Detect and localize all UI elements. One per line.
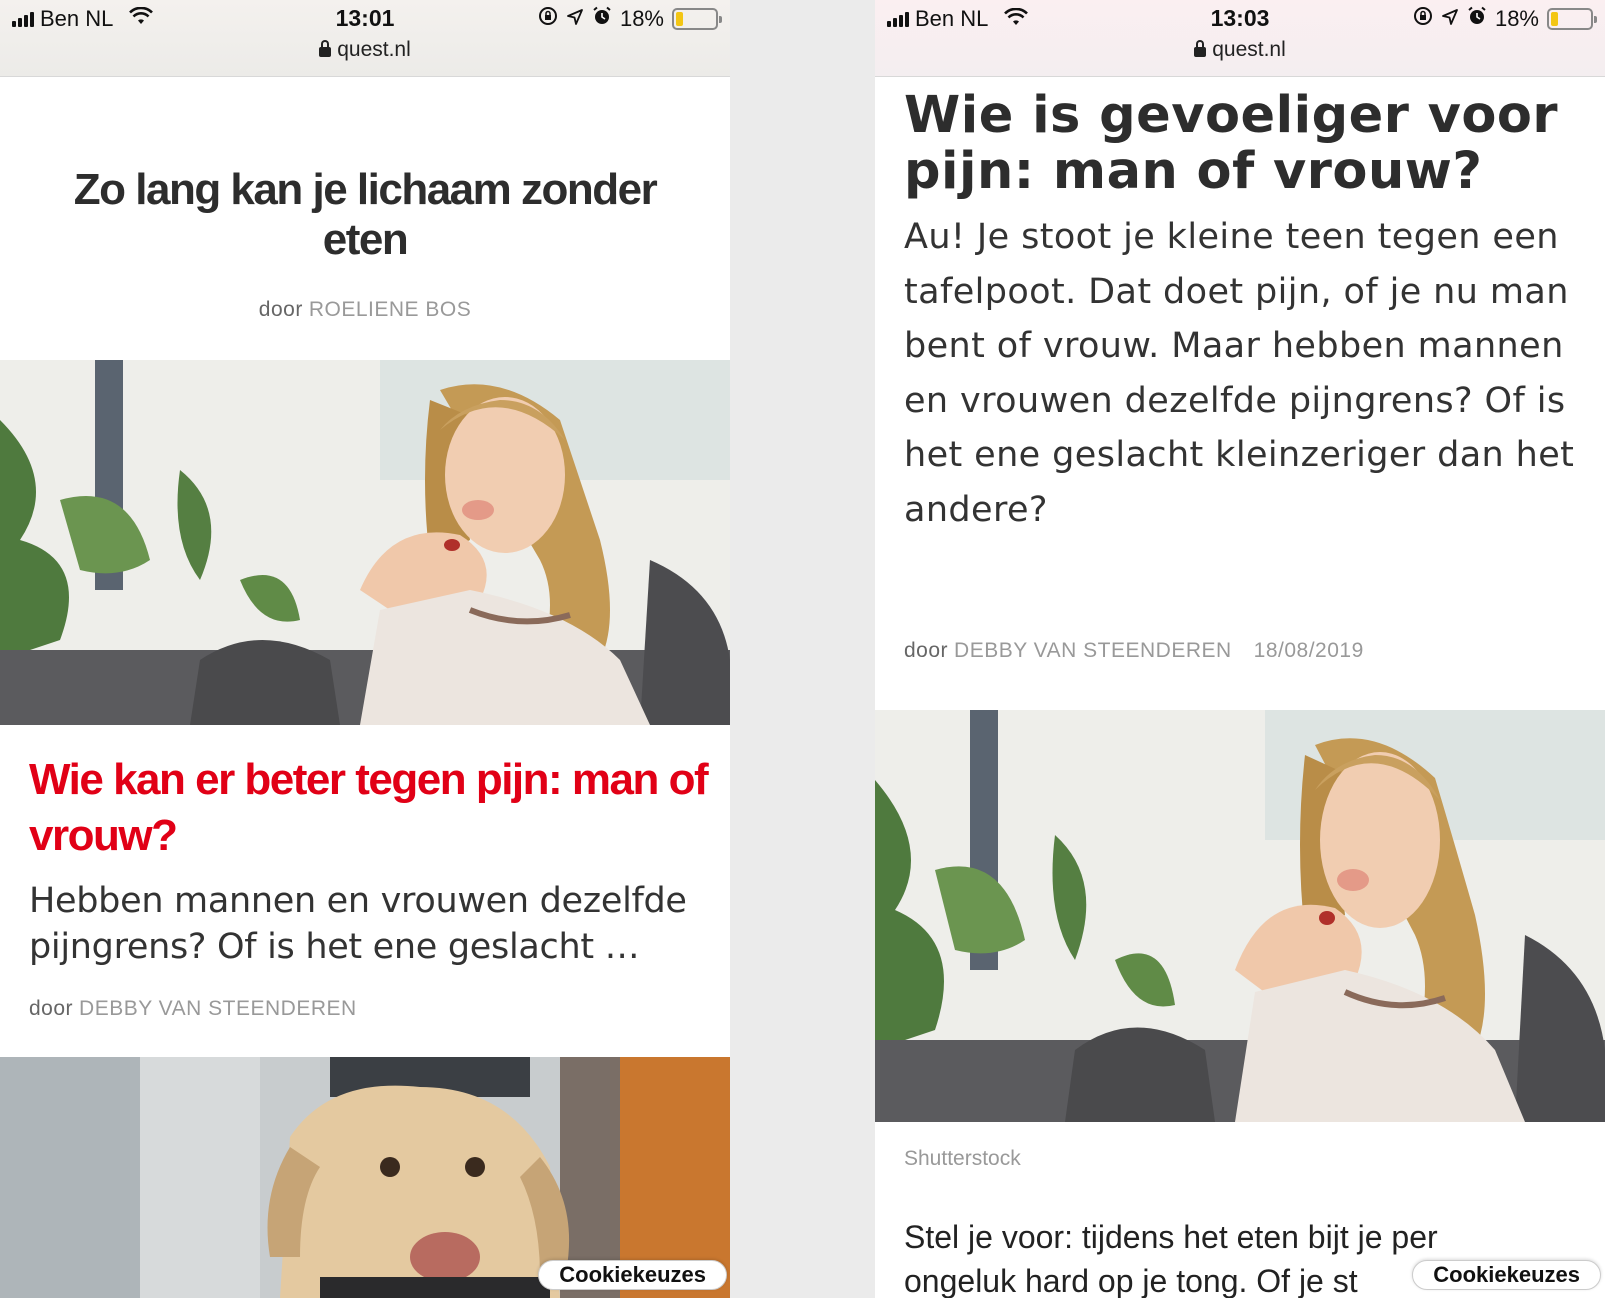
battery-icon [672,8,722,30]
url-text: quest.nl [1212,38,1286,61]
byline-door: door [258,298,303,321]
byline-author[interactable]: DEBBY VAN STEENDEREN [954,639,1232,662]
orientation-lock-icon [1413,6,1433,32]
photo-credit: Shutterstock [904,1147,1021,1170]
lock-icon [1194,40,1207,57]
address-bar[interactable]: quest.nl [0,38,730,62]
status-bar: Ben NL 13:01 18% quest.nl [0,0,730,77]
publish-date: 18/08/2019 [1253,639,1364,662]
location-icon [1441,6,1459,32]
teaser-byline: door ROELIENE BOS [0,298,730,322]
url-text: quest.nl [337,38,411,61]
location-icon [566,6,584,32]
status-bar: Ben NL 13:03 18% quest.nl [875,0,1605,77]
featured-byline: door DEBBY VAN STEENDEREN [29,997,357,1021]
article-byline: door DEBBY VAN STEENDEREN 18/08/2019 [904,639,1364,663]
article-body-line: Stel je voor: tijdens het eten bijt je p… [904,1219,1438,1255]
battery-icon [1547,8,1597,30]
alarm-icon [1467,6,1487,32]
byline-author[interactable]: DEBBY VAN STEENDEREN [79,997,357,1020]
orientation-lock-icon [538,6,558,32]
phone-screenshot-right: Ben NL 13:03 18% quest.nl Wie is gevoeli… [875,0,1605,1298]
article-title: Wie is gevoeliger voor pijn: man of vrou… [904,86,1559,201]
alarm-icon [592,6,612,32]
featured-article-title[interactable]: Wie kan er beter tegen pijn: man of vrou… [29,752,709,864]
battery-percent: 18% [1494,6,1539,31]
byline-door: door [29,997,74,1020]
article-photo-girl[interactable] [0,360,730,725]
lock-icon [319,40,332,57]
article-hero-photo [875,710,1605,1122]
byline-door: door [904,639,949,662]
address-bar[interactable]: quest.nl [875,38,1605,62]
phone-screenshot-left: Ben NL 13:01 18% quest.nl Zo lang kan je… [0,0,730,1298]
teaser-article-title[interactable]: Zo lang kan je lichaam zonder eten [30,165,700,265]
byline-author[interactable]: ROELIENE BOS [309,298,471,321]
cookie-settings-button[interactable]: Cookiekeuzes [1412,1260,1601,1290]
cookie-settings-button[interactable]: Cookiekeuzes [538,1260,727,1290]
battery-percent: 18% [619,6,664,31]
featured-article-excerpt: Hebben mannen en vrouwen dezelfde pijngr… [29,881,687,967]
article-intro: Au! Je stoot je kleine teen tegen een ta… [904,217,1575,530]
